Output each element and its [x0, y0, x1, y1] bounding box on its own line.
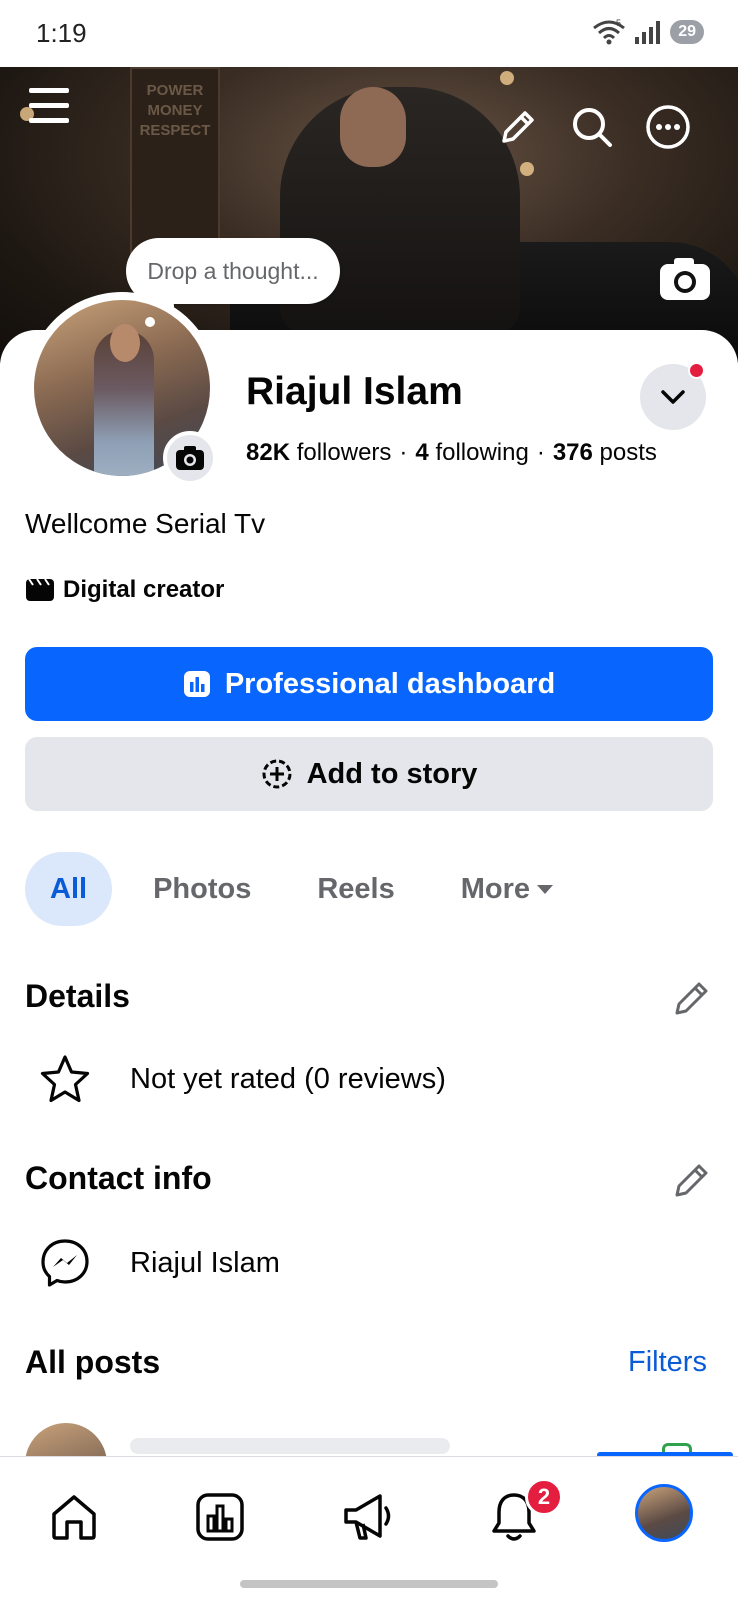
- menu-icon[interactable]: [26, 83, 72, 129]
- tab-more[interactable]: More: [436, 852, 579, 926]
- posts-label: posts: [599, 439, 657, 466]
- profile-nav-avatar[interactable]: [635, 1484, 693, 1542]
- tab-photos[interactable]: Photos: [128, 852, 276, 926]
- rating-text: Not yet rated (0 reviews): [130, 1062, 446, 1095]
- contact-info-title: Contact info: [25, 1160, 212, 1196]
- more-options-icon[interactable]: [644, 103, 692, 151]
- status-icons: 5 29: [592, 18, 704, 46]
- megaphone-icon[interactable]: [338, 1487, 398, 1547]
- all-posts-title: All posts: [25, 1344, 161, 1380]
- edit-details-icon[interactable]: [672, 978, 712, 1018]
- tab-reels[interactable]: Reels: [292, 852, 419, 926]
- profile-bio: Wellcome Serial Tv: [25, 508, 266, 539]
- profile-name: Riajul Islam: [246, 370, 463, 413]
- details-title: Details: [25, 978, 130, 1014]
- star-icon: [38, 1052, 92, 1106]
- add-story-label: Add to story: [306, 757, 478, 790]
- caret-down-icon: [537, 885, 554, 894]
- bottom-navigation: [0, 1456, 738, 1600]
- add-story-icon: [262, 759, 292, 789]
- tab-more-label: More: [460, 873, 531, 905]
- notification-dot: [688, 362, 705, 379]
- home-indicator[interactable]: [240, 1580, 498, 1588]
- rating-row: Not yet rated (0 reviews): [38, 1052, 446, 1106]
- cover-light: [520, 162, 534, 176]
- professional-dashboard-button[interactable]: Professional dashboard: [25, 647, 713, 721]
- messenger-icon: [38, 1236, 92, 1290]
- clapperboard-icon: [26, 578, 54, 601]
- status-time: 1:19: [36, 18, 87, 48]
- followers-label: followers: [296, 439, 392, 466]
- network-label: 5: [616, 18, 621, 28]
- dashboard-button-label: Professional dashboard: [224, 667, 556, 700]
- edit-profile-icon[interactable]: [496, 105, 540, 149]
- thought-bubble-dot: [145, 317, 155, 327]
- profile-tabs: All Photos Reels More: [25, 852, 579, 926]
- messenger-row[interactable]: Riajul Islam: [38, 1236, 280, 1290]
- drop-thought-bubble[interactable]: Drop a thought...: [126, 238, 340, 304]
- following-label: following: [435, 439, 529, 466]
- profile-category: Digital creator: [25, 576, 224, 604]
- separator-dot: ·: [536, 439, 545, 466]
- dashboard-icon[interactable]: [190, 1487, 250, 1547]
- profile-stats[interactable]: 82K followers · 4 following · 376 posts: [246, 439, 657, 467]
- filters-link[interactable]: Filters: [628, 1346, 707, 1379]
- status-bar: 1:19 5 29: [0, 0, 738, 67]
- cover-light: [500, 71, 514, 85]
- category-label: Digital creator: [63, 576, 225, 603]
- messenger-name: Riajul Islam: [130, 1246, 280, 1279]
- post-header-peek: [130, 1438, 450, 1454]
- following-count: 4: [415, 439, 429, 466]
- battery-indicator: 29: [670, 20, 704, 44]
- wifi-icon: 5: [593, 18, 626, 45]
- cover-camera-icon[interactable]: [658, 256, 712, 302]
- notification-badge: 2: [525, 1478, 563, 1516]
- search-icon[interactable]: [570, 105, 614, 149]
- chevron-down-icon: [661, 390, 685, 404]
- avatar-camera-icon[interactable]: [163, 431, 217, 485]
- cover-sign: POWER MONEY RESPECT: [130, 67, 220, 267]
- tab-all[interactable]: All: [25, 852, 113, 926]
- add-to-story-button[interactable]: Add to story: [25, 737, 713, 811]
- separator-dot: ·: [399, 439, 408, 466]
- dashboard-chart-icon: [183, 671, 210, 697]
- signal-icon: [635, 21, 661, 44]
- followers-count: 82K: [246, 439, 291, 466]
- home-icon[interactable]: [44, 1487, 104, 1547]
- cover-person-head: [340, 87, 406, 167]
- edit-contact-icon[interactable]: [672, 1160, 712, 1200]
- avatar-face: [110, 324, 140, 362]
- posts-count: 376: [552, 439, 593, 466]
